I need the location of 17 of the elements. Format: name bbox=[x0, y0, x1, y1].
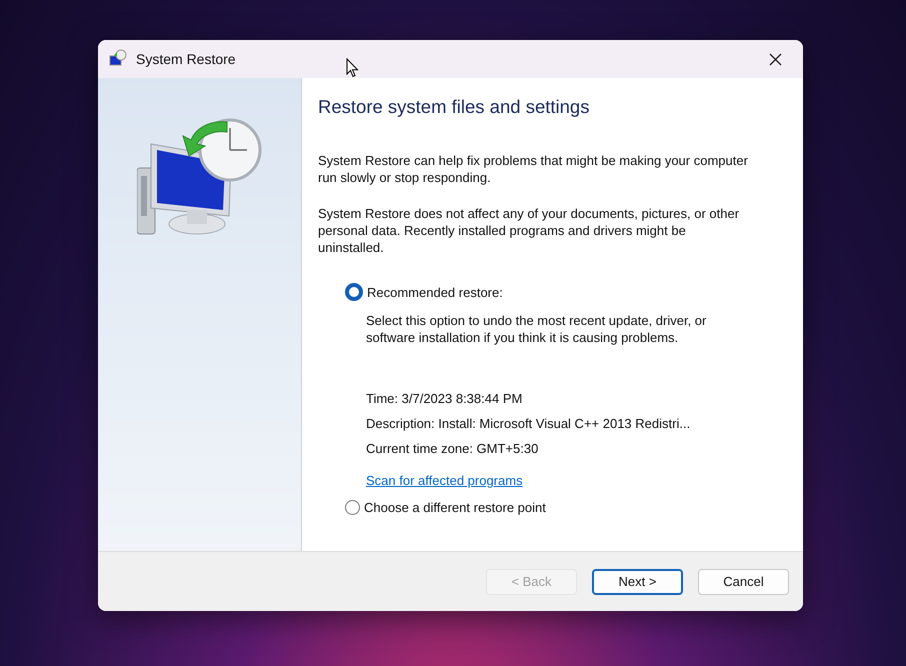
radio-button[interactable] bbox=[345, 500, 360, 515]
close-icon bbox=[768, 52, 782, 66]
restore-detail: Description: Install: Microsoft Visual C++ 2013 Redistri... bbox=[366, 415, 692, 432]
info-paragraph: System Restore does not affect any of your documents, pictures, or other personal data. Recently installed programs and drivers might be uninstalled. bbox=[318, 205, 740, 256]
scan-link[interactable]: Scan for affected programs bbox=[366, 473, 523, 488]
restore-detail: Current time zone: GMT+5:30 bbox=[366, 440, 540, 457]
option-description: Select this option to undo the most recent update, driver, or software installation if you think it is causing problems. bbox=[366, 312, 708, 346]
restore-detail: Time: 3/7/2023 8:38:44 PM bbox=[366, 390, 524, 407]
page-heading: Restore system files and settings bbox=[318, 96, 590, 118]
radio-button[interactable] bbox=[345, 283, 363, 301]
option-label: Choose a different restore point bbox=[364, 500, 546, 515]
dialog-button[interactable]: Cancel bbox=[698, 568, 789, 594]
option-label: Recommended restore: bbox=[367, 284, 503, 300]
info-paragraph: System Restore can help fix problems that might be making your computer run slowly or stop responding. bbox=[318, 152, 748, 186]
window-title: System Restore bbox=[136, 51, 237, 67]
dialog-button[interactable]: Next > bbox=[592, 568, 683, 594]
pointer-icon bbox=[346, 58, 359, 78]
